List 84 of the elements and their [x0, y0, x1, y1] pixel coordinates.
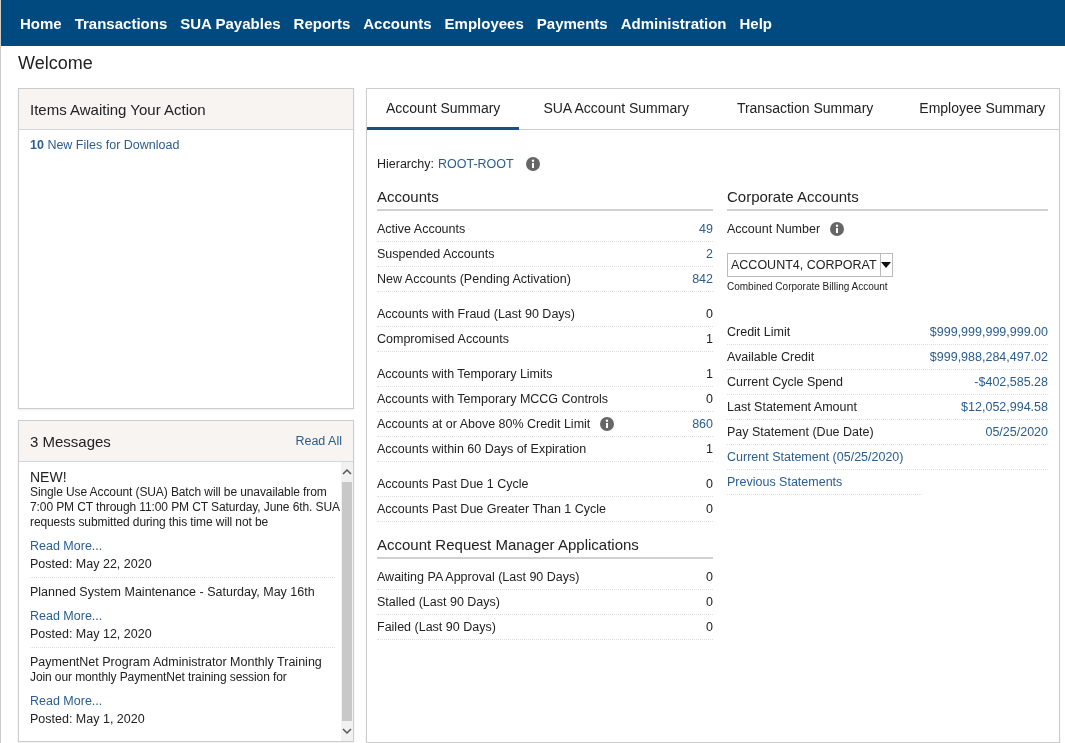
read-more-link[interactable]: Read More...	[30, 609, 103, 623]
row-label: Current Cycle Spend	[727, 375, 844, 389]
row-label: Accounts with Temporary Limits	[377, 367, 553, 381]
amount-value: $999,988,284,497.02	[929, 350, 1048, 364]
amount-value: -$402,585.28	[974, 375, 1048, 389]
amount-value: $999,999,999,999.00	[929, 325, 1048, 339]
scroll-up-icon[interactable]	[342, 468, 352, 476]
row-label: Suspended Accounts	[377, 247, 495, 261]
account-select[interactable]: ACCOUNT4, CORPORAT	[727, 253, 893, 277]
row-label: Accounts with Temporary MCCG Controls	[377, 392, 609, 406]
row-label: Accounts Past Due Greater Than 1 Cycle	[377, 502, 607, 516]
nav-item[interactable]: Payments	[536, 14, 608, 32]
row-label: Available Credit	[727, 350, 815, 364]
nav-item[interactable]: Home	[20, 14, 62, 32]
row-label: Accounts with Fraud (Last 90 Days)	[377, 307, 575, 321]
tab[interactable]: Account Summary	[367, 89, 520, 130]
posted-date: Posted: May 22, 2020	[30, 557, 153, 571]
caret-icon[interactable]	[881, 262, 892, 268]
statement-link[interactable]: Current Statement (05/25/2020)	[727, 450, 904, 464]
panel-title: 3 Messages	[30, 432, 111, 450]
message-headline: Planned System Maintenance - Saturday, May 16th	[30, 585, 316, 600]
read-all-link[interactable]: Read All	[295, 434, 342, 448]
row-value: 1	[706, 332, 713, 346]
count-link[interactable]: 2	[706, 247, 713, 261]
section-title: Account Request Manager Applications	[377, 536, 713, 559]
row-label: Failed (Last 90 Days)	[377, 620, 496, 634]
count-link[interactable]: 860	[692, 417, 713, 431]
count-link[interactable]: 49	[699, 222, 713, 236]
info-icon[interactable]	[600, 417, 615, 431]
row-value: 0	[706, 307, 713, 321]
page-title: Welcome	[17, 53, 94, 76]
message-headline: NEW!	[30, 470, 68, 485]
amount-value: 05/25/2020	[985, 425, 1048, 439]
tab[interactable]: Transaction Summary	[712, 89, 898, 130]
message-headline: PaymentNet Program Administrator Monthly Training	[30, 655, 323, 670]
info-icon[interactable]	[525, 157, 540, 171]
panel-title: Items Awaiting Your Action	[30, 100, 206, 118]
nav-item[interactable]: Accounts	[363, 14, 432, 32]
row-value: 1	[706, 367, 713, 381]
row-label: Accounts at or Above 80% Credit Limit	[377, 417, 591, 431]
row-label: Awaiting PA Approval (Last 90 Days)	[377, 570, 580, 584]
row-value: 0	[706, 620, 713, 634]
posted-date: Posted: May 12, 2020	[30, 627, 153, 641]
section-title: Corporate Accounts	[727, 188, 1048, 211]
row-value: 0	[706, 570, 713, 584]
row-label: Stalled (Last 90 Days)	[377, 595, 500, 609]
statement-link[interactable]: Previous Statements	[727, 475, 843, 489]
row-value: 0	[706, 595, 713, 609]
row-label: Active Accounts	[377, 222, 466, 236]
hierarchy-link[interactable]: ROOT-ROOT	[437, 157, 514, 171]
row-label: Last Statement Amount	[727, 400, 857, 414]
nav-item[interactable]: Reports	[293, 14, 351, 32]
row-value: 0	[706, 392, 713, 406]
nav-item[interactable]: Transactions	[74, 14, 168, 32]
scrollbar[interactable]	[341, 462, 353, 741]
nav-item[interactable]: Employees	[444, 14, 524, 32]
section-title: Accounts	[377, 188, 713, 211]
row-label: Pay Statement (Due Date)	[727, 425, 874, 439]
message-body: Join our monthly PaymentNet training session for	[30, 670, 288, 685]
read-more-link[interactable]: Read More...	[30, 539, 103, 553]
select-caption: Combined Corporate Billing Account	[727, 281, 889, 292]
info-icon[interactable]	[830, 222, 845, 236]
row-value: 0	[706, 502, 713, 516]
posted-date: Posted: May 1, 2020	[30, 712, 146, 726]
tab[interactable]: Employee Summary	[897, 89, 1065, 130]
field-label: Account Number	[727, 222, 821, 236]
row-label: Accounts within 60 Days of Expiration	[377, 442, 587, 456]
read-more-link[interactable]: Read More...	[30, 694, 103, 708]
message-body: Single Use Account (SUA) Batch will be unavailable from 7:00 PM CT through 11:00 PM CT Saturday, June 6th. SUA requests submitted during this time will not be	[30, 485, 341, 530]
count-link[interactable]: 842	[692, 272, 713, 286]
tab[interactable]: SUA Account Summary	[519, 89, 713, 130]
row-value: 0	[706, 477, 713, 491]
row-label: Credit Limit	[727, 325, 791, 339]
amount-value: $12,052,994.58	[961, 400, 1048, 414]
nav-item[interactable]: SUA Payables	[180, 14, 281, 32]
row-label: Accounts Past Due 1 Cycle	[377, 477, 529, 491]
action-link[interactable]: 10 New Files for Download	[30, 138, 342, 152]
row-label: Compromised Accounts	[377, 332, 509, 346]
nav-item[interactable]: Administration	[620, 14, 727, 32]
row-value: 1	[706, 442, 713, 456]
row-label: New Accounts (Pending Activation)	[377, 272, 571, 286]
hierarchy-label: Hierarchy:	[377, 157, 434, 171]
scroll-down-icon[interactable]	[342, 727, 352, 735]
nav-item[interactable]: Help	[739, 14, 773, 32]
